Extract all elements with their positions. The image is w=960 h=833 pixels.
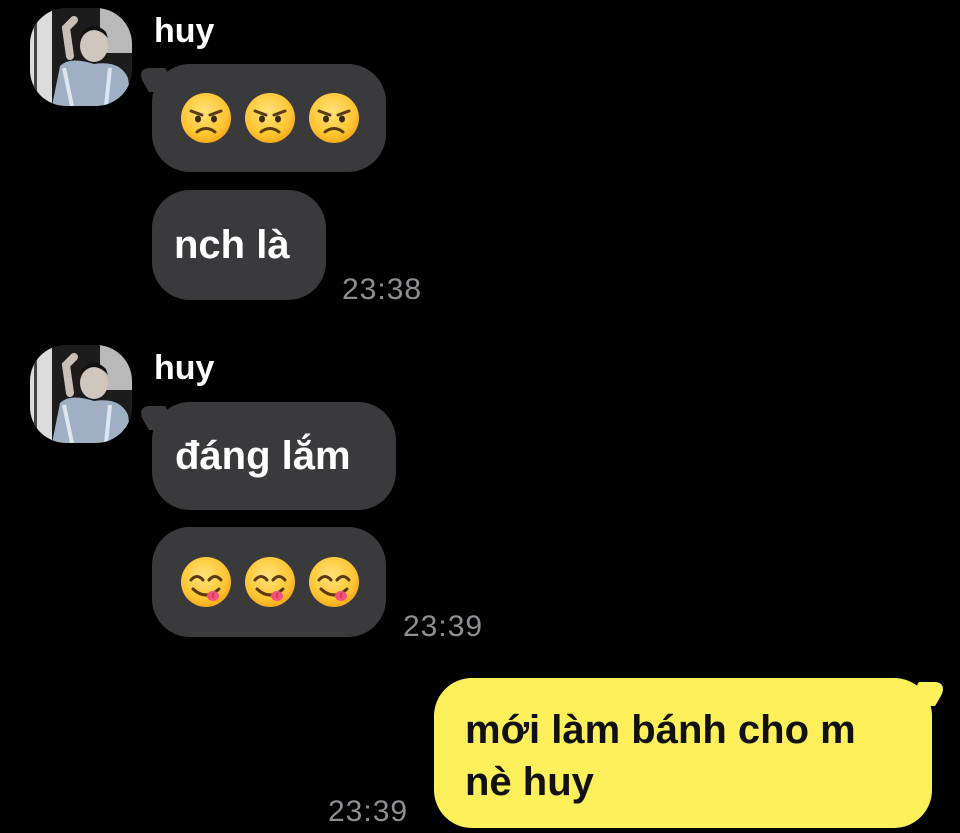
outgoing-timestamp: 23:39 [328,795,409,828]
message-bubble-emoji[interactable] [152,64,386,172]
face-savoring-food-icon [244,556,296,608]
sender-name: huy [154,349,215,387]
message-bubble-emoji[interactable] [152,527,386,637]
outgoing-message-line: nè huy [465,760,594,804]
face-savoring-food-icon [308,556,360,608]
angry-face-icon [180,92,232,144]
message-text: nch là [174,222,290,267]
message-timestamp: 23:38 [342,273,423,306]
avatar-photo [30,8,132,106]
outgoing-message-bubble[interactable]: mới làm bánh cho m nè huy [434,678,932,828]
message-bubble-text[interactable]: nch là [152,190,326,300]
message-timestamp: 23:39 [403,610,484,643]
outgoing-message-line: mới làm bánh cho m [465,708,856,752]
face-savoring-food-icon [180,556,232,608]
sender-avatar[interactable] [30,8,132,106]
message-bubble-text[interactable]: đáng lắm [152,402,396,510]
message-text: đáng lắm [175,433,351,478]
angry-face-icon [308,92,360,144]
avatar-photo [30,345,132,443]
sender-avatar[interactable] [30,345,132,443]
sender-name: huy [154,12,215,50]
angry-face-icon [244,92,296,144]
